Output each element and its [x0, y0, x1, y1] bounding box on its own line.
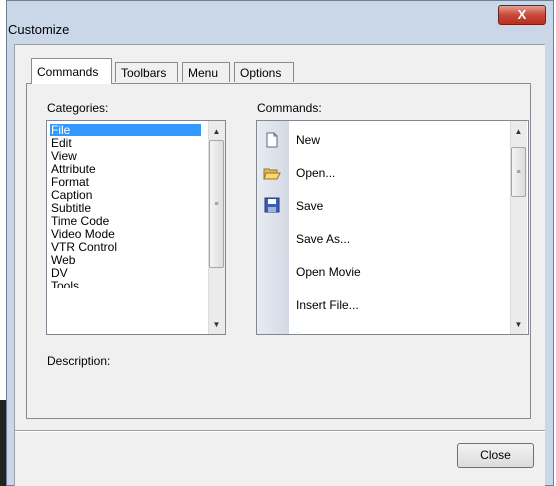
category-item[interactable]: Time Code [51, 215, 109, 227]
tab-toolbars[interactable]: Toolbars [115, 62, 178, 82]
open-folder-icon [263, 165, 281, 181]
command-item-open-movie[interactable]: Open Movie [296, 265, 361, 279]
command-item-save-as[interactable]: Save As... [296, 232, 350, 246]
command-item-partial[interactable]: ▪ [296, 327, 302, 333]
categories-scroll-thumb[interactable]: ≡ [209, 140, 224, 268]
command-item-insert-file[interactable]: Insert File... [296, 298, 359, 312]
close-button[interactable]: Close [457, 443, 534, 468]
title-bar[interactable] [7, 1, 553, 41]
description-label: Description: [47, 354, 111, 368]
title-close-button[interactable]: X [498, 5, 546, 25]
category-item[interactable]: Video Mode [51, 228, 115, 240]
scroll-up-arrow-icon[interactable]: ▲ [208, 123, 225, 140]
category-item[interactable]: Caption [51, 189, 92, 201]
command-item-save[interactable]: Save [296, 199, 323, 213]
category-item[interactable]: View [51, 150, 77, 162]
category-item[interactable]: Tools [51, 280, 79, 288]
scroll-down-arrow-icon[interactable]: ▼ [510, 316, 527, 333]
command-item-new[interactable]: New [296, 133, 320, 147]
save-disk-icon [264, 197, 280, 213]
divider [15, 431, 545, 432]
category-item[interactable]: Format [51, 176, 89, 188]
tab-menu[interactable]: Menu [182, 62, 230, 82]
category-item[interactable]: Subtitle [51, 202, 91, 214]
tab-commands[interactable]: Commands [31, 58, 112, 84]
dialog-title: Customize [8, 22, 70, 37]
commands-scroll-thumb[interactable]: ≡ [511, 147, 526, 197]
categories-label: Categories: [47, 101, 109, 115]
new-file-icon [264, 132, 280, 148]
category-item[interactable]: Web [51, 254, 75, 266]
commands-icon-gutter [257, 121, 289, 334]
category-item[interactable]: Attribute [51, 163, 96, 175]
category-item[interactable]: DV [51, 267, 68, 279]
scroll-down-arrow-icon[interactable]: ▼ [208, 316, 225, 333]
category-item[interactable]: VTR Control [51, 241, 117, 253]
category-item-file[interactable]: File [50, 124, 201, 136]
tab-options[interactable]: Options [234, 62, 294, 82]
category-item[interactable]: Edit [51, 137, 72, 149]
command-item-open[interactable]: Open... [296, 166, 335, 180]
commands-label: Commands: [257, 101, 322, 115]
scroll-up-arrow-icon[interactable]: ▲ [510, 123, 527, 140]
